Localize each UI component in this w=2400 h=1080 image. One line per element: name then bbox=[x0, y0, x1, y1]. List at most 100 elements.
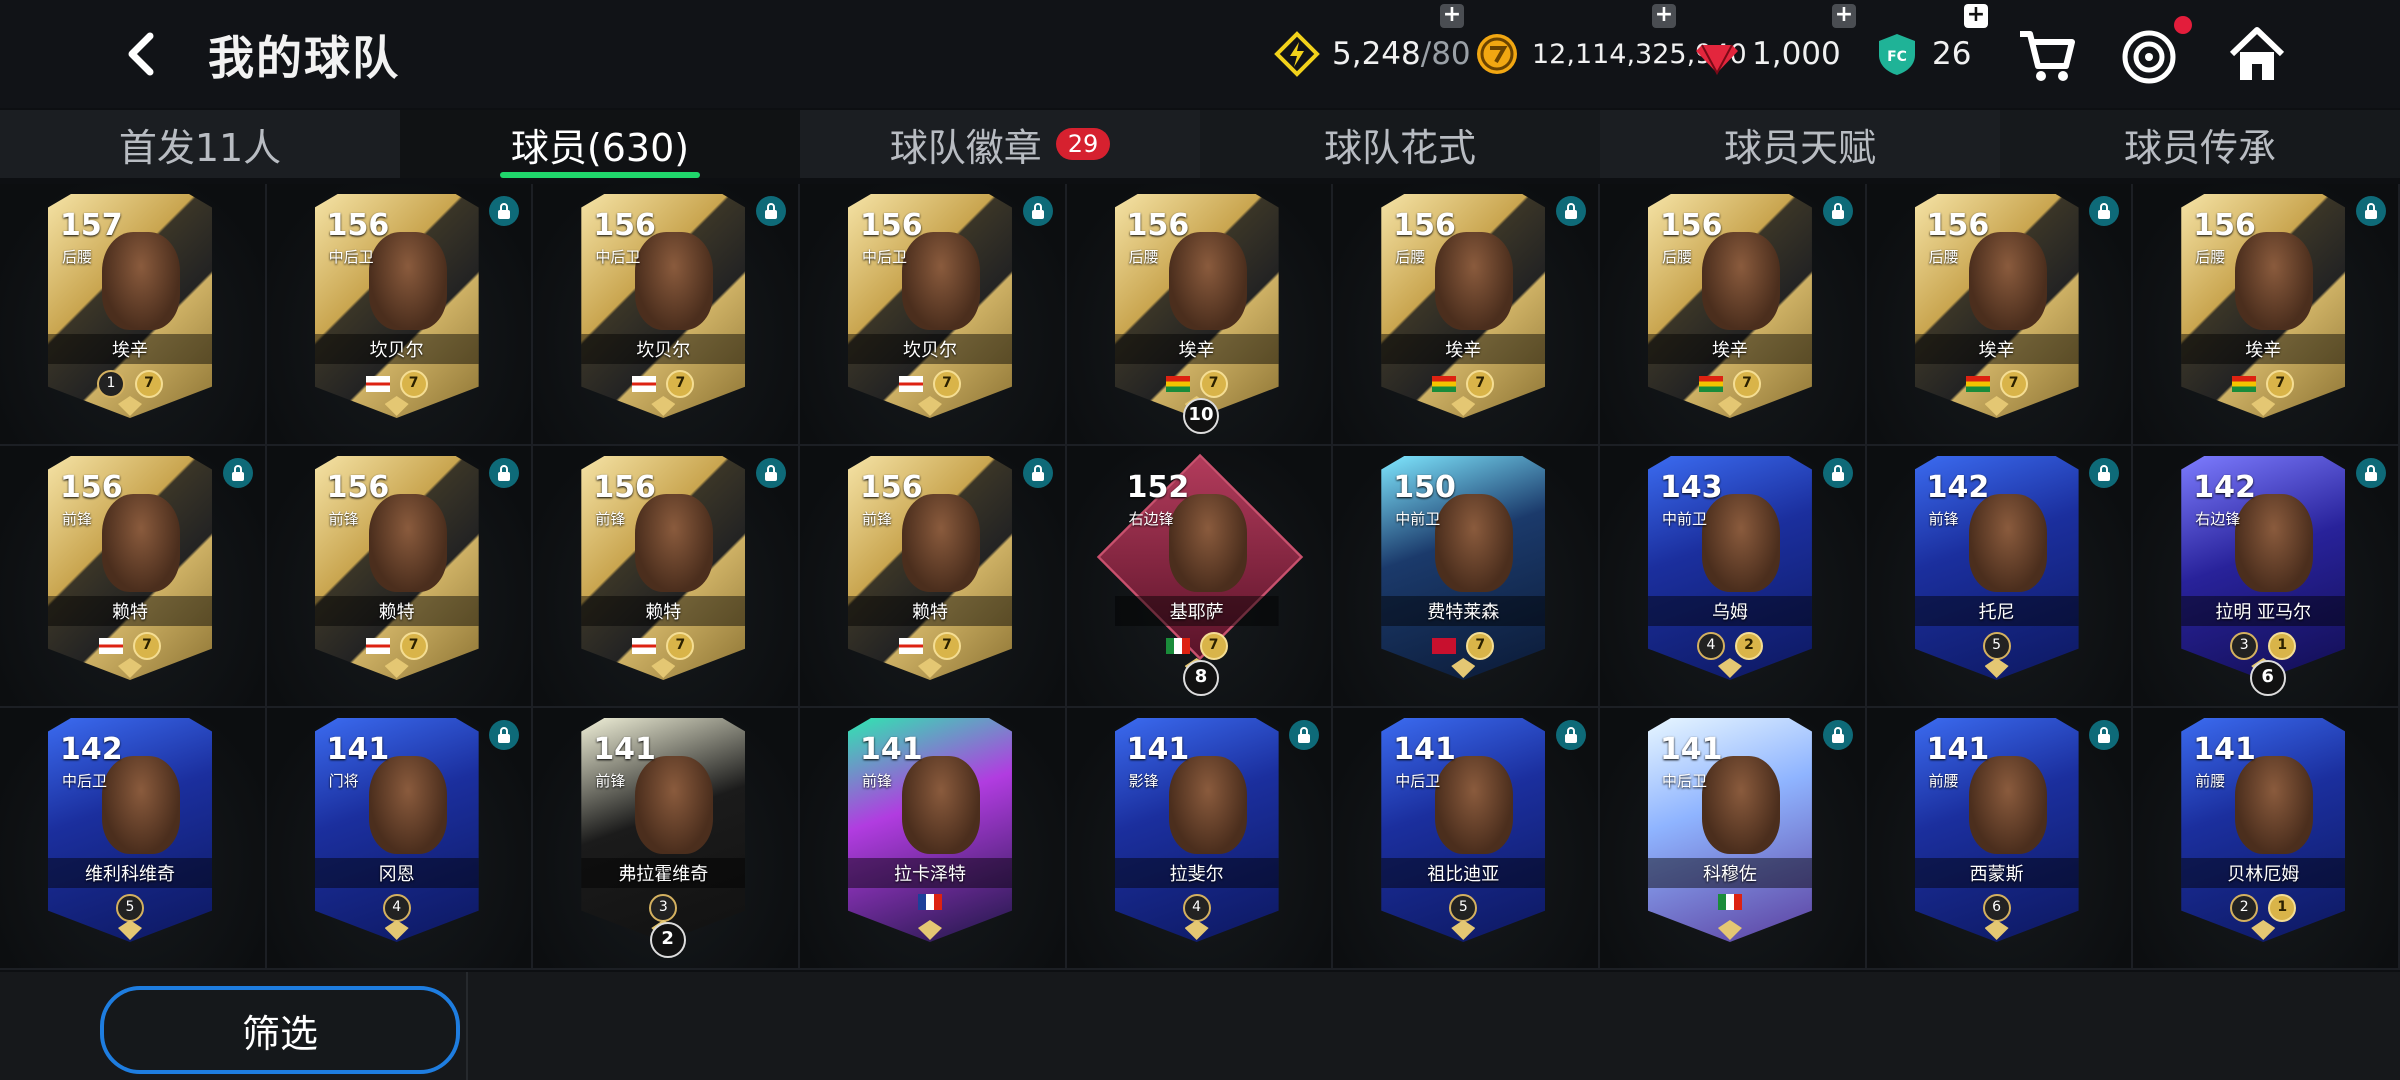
add-gems-button[interactable]: + bbox=[1832, 4, 1856, 28]
player-card: 141 中后卫 祖比迪亚 5 bbox=[1381, 718, 1546, 942]
card-meta: 4 bbox=[315, 894, 479, 922]
energy-max: /80 bbox=[1420, 36, 1471, 72]
rank-chip: 7 bbox=[1199, 632, 1228, 660]
lock-icon[interactable] bbox=[489, 720, 520, 750]
lock-icon[interactable] bbox=[222, 458, 253, 488]
level-chip: 4 bbox=[1182, 894, 1211, 922]
card-meta: 4 bbox=[1115, 894, 1279, 922]
player-card: 156 中后卫 坎贝尔 7 bbox=[314, 194, 479, 418]
lock-icon[interactable] bbox=[1022, 196, 1053, 226]
player-position: 中后卫 bbox=[328, 248, 374, 266]
player-name: 拉卡泽特 bbox=[893, 864, 966, 885]
lock-icon[interactable] bbox=[489, 196, 520, 226]
player-portrait bbox=[102, 756, 180, 854]
player-card: 156 后腰 埃辛 7 bbox=[1647, 194, 1812, 418]
lock-icon[interactable] bbox=[2089, 196, 2120, 226]
player-card-slot[interactable]: 156 中后卫 坎贝尔 7 bbox=[266, 184, 534, 446]
player-name: 西蒙斯 bbox=[1969, 864, 2024, 885]
ghana-flag-icon bbox=[1432, 376, 1457, 392]
card-meta: 7 bbox=[48, 632, 212, 660]
card-gem-icon bbox=[384, 396, 409, 416]
lock-icon[interactable] bbox=[1822, 458, 1853, 488]
lock-icon[interactable] bbox=[2355, 196, 2386, 226]
england-flag-icon bbox=[365, 376, 390, 392]
card-meta: 5 bbox=[1915, 632, 2079, 660]
player-card-slot[interactable]: 141 中后卫 科穆佐 bbox=[1599, 708, 1867, 970]
player-position: 后腰 bbox=[62, 248, 93, 266]
player-card-slot[interactable]: 156 前锋 赖特 7 bbox=[799, 446, 1067, 708]
lock-icon[interactable] bbox=[755, 458, 786, 488]
energy-counter[interactable]: 5,248/80 bbox=[1274, 28, 1471, 80]
player-name: 费特莱森 bbox=[1427, 602, 1500, 623]
tab-team-badges[interactable]: 球队徽章 29 bbox=[800, 110, 1200, 178]
player-card-slot[interactable]: 156 后腰 埃辛 7 bbox=[1599, 184, 1867, 446]
lock-icon[interactable] bbox=[1555, 720, 1586, 750]
player-name: 拉明 亚马尔 bbox=[2215, 602, 2312, 623]
tab-players[interactable]: 球员(630) bbox=[400, 110, 800, 178]
player-position: 前锋 bbox=[1928, 510, 1959, 528]
player-card: 141 门将 冈恩 4 bbox=[314, 718, 479, 942]
player-portrait bbox=[2235, 756, 2314, 854]
player-card-slot[interactable]: 150 中前卫 费特莱森 7 bbox=[1333, 446, 1600, 708]
player-portrait bbox=[102, 232, 180, 330]
rank-chip: 7 bbox=[135, 370, 163, 398]
player-card-slot[interactable]: 143 中前卫 乌姆 4 2 bbox=[1599, 446, 1867, 708]
player-card-slot[interactable]: 142 中后卫 维利科维奇 5 bbox=[0, 708, 267, 970]
player-card-slot[interactable]: 141 前腰 西蒙斯 6 bbox=[1866, 708, 2134, 970]
player-card-slot[interactable]: 156 前锋 赖特 7 bbox=[533, 446, 800, 708]
player-card-slot[interactable]: 152 右边锋 基耶萨 7 8 bbox=[1066, 446, 1334, 708]
lock-icon[interactable] bbox=[1555, 196, 1586, 226]
lock-icon[interactable] bbox=[755, 196, 786, 226]
card-gem-icon bbox=[651, 396, 676, 416]
lock-icon[interactable] bbox=[1289, 720, 1320, 750]
lock-icon[interactable] bbox=[489, 458, 520, 488]
player-card-slot[interactable]: 156 前锋 赖特 7 bbox=[0, 446, 267, 708]
add-coins-button[interactable]: + bbox=[1652, 4, 1676, 28]
player-card-slot[interactable]: 156 中后卫 坎贝尔 7 bbox=[533, 184, 800, 446]
player-card-slot[interactable]: 156 后腰 埃辛 7 10 bbox=[1066, 184, 1334, 446]
player-card-slot[interactable]: 141 前腰 贝林厄姆 2 1 bbox=[2133, 708, 2400, 970]
player-position: 后腰 bbox=[1128, 248, 1159, 266]
player-portrait bbox=[2235, 232, 2314, 330]
lock-icon[interactable] bbox=[2089, 458, 2120, 488]
fc-points-counter[interactable]: FC 26 bbox=[1874, 28, 1971, 80]
player-card-slot[interactable]: 157 后腰 埃辛 1 7 bbox=[0, 184, 267, 446]
card-gem-icon bbox=[118, 396, 142, 416]
player-portrait bbox=[1168, 494, 1247, 592]
shopping-cart-icon[interactable] bbox=[2016, 24, 2078, 86]
player-card-slot[interactable]: 142 前锋 托尼 5 bbox=[1866, 446, 2134, 708]
tab-team-styles[interactable]: 球队花式 bbox=[1200, 110, 1600, 178]
player-ovr: 156 bbox=[1926, 208, 1990, 243]
lock-icon[interactable] bbox=[1022, 458, 1053, 488]
lock-icon[interactable] bbox=[1822, 720, 1853, 750]
player-card-slot[interactable]: 156 后腰 埃辛 7 bbox=[2133, 184, 2400, 446]
player-card-slot[interactable]: 141 中后卫 祖比迪亚 5 bbox=[1333, 708, 1600, 970]
player-position: 后腰 bbox=[1661, 248, 1692, 266]
add-fc-points-button[interactable]: + bbox=[1964, 4, 1988, 28]
player-card-slot[interactable]: 141 前锋 拉卡泽特 bbox=[799, 708, 1067, 970]
player-card-slot[interactable]: 142 右边锋 拉明 亚马尔 3 1 6 bbox=[2133, 446, 2400, 708]
player-card-slot[interactable]: 141 门将 冈恩 4 bbox=[266, 708, 534, 970]
rank-chip: 7 bbox=[1466, 370, 1495, 398]
target-icon[interactable] bbox=[2118, 24, 2180, 86]
player-card-slot[interactable]: 156 中后卫 坎贝尔 7 bbox=[799, 184, 1067, 446]
gem-counter[interactable]: 1,000 bbox=[1694, 28, 1841, 80]
tab-starting-eleven[interactable]: 首发11人 bbox=[0, 110, 400, 178]
add-energy-button[interactable]: + bbox=[1440, 4, 1464, 28]
coin-icon bbox=[1477, 34, 1517, 74]
tab-player-talents[interactable]: 球员天赋 bbox=[1600, 110, 2000, 178]
lock-icon[interactable] bbox=[1822, 196, 1853, 226]
filter-button[interactable]: 筛选 bbox=[100, 986, 460, 1074]
player-name: 拉斐尔 bbox=[1169, 864, 1224, 885]
lock-icon[interactable] bbox=[2089, 720, 2120, 750]
tab-player-legacy[interactable]: 球员传承 bbox=[2000, 110, 2400, 178]
player-card-slot[interactable]: 156 后腰 埃辛 7 bbox=[1333, 184, 1600, 446]
player-card-slot[interactable]: 156 后腰 埃辛 7 bbox=[1866, 184, 2134, 446]
player-card-slot[interactable]: 141 影锋 拉斐尔 4 bbox=[1066, 708, 1334, 970]
chevron-left-icon[interactable] bbox=[118, 28, 170, 80]
player-card-slot[interactable]: 156 前锋 赖特 7 bbox=[266, 446, 534, 708]
home-icon[interactable] bbox=[2226, 24, 2288, 86]
lock-icon[interactable] bbox=[2355, 458, 2386, 488]
player-card-slot[interactable]: 141 前锋 弗拉霍维奇 3 2 bbox=[533, 708, 800, 970]
player-portrait bbox=[368, 494, 447, 592]
